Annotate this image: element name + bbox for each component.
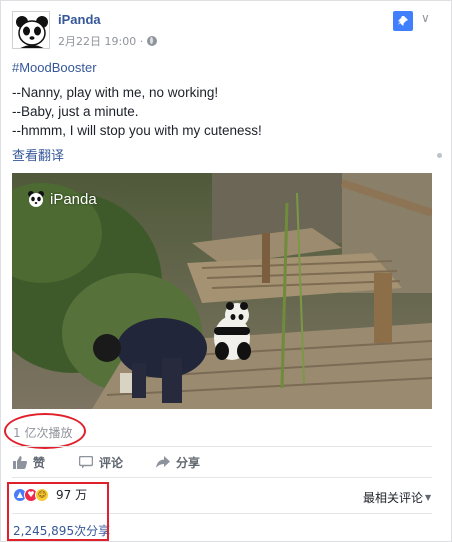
- share-button[interactable]: 分享: [156, 454, 200, 471]
- hashtag-link[interactable]: #MoodBooster: [12, 60, 97, 75]
- watermark-text: iPanda: [50, 190, 97, 208]
- like-label: 赞: [33, 456, 46, 470]
- divider: [12, 477, 432, 478]
- post-text-line: --Nanny, play with me, no working!: [12, 85, 219, 100]
- chevron-down-icon[interactable]: ∨: [421, 11, 430, 25]
- options-dot-icon: [437, 153, 442, 158]
- panda-logo-icon: [13, 12, 49, 48]
- post-meta: 2月22日 19:00 ·: [58, 33, 158, 49]
- page-avatar[interactable]: [12, 11, 50, 49]
- post-text-line: --Baby, just a minute.: [12, 104, 139, 119]
- see-translation-link[interactable]: 查看翻译: [12, 145, 64, 164]
- share-arrow-icon: [156, 456, 170, 468]
- page-name-link[interactable]: iPanda: [58, 12, 101, 27]
- comment-button[interactable]: 评论: [79, 454, 123, 471]
- video-watermark: iPanda: [26, 189, 97, 209]
- divider: [12, 446, 432, 447]
- panda-watermark-icon: [28, 191, 44, 207]
- post-text-line: --hmmm, I will stop you with my cuteness…: [12, 123, 262, 138]
- comment-icon: [79, 456, 93, 469]
- post-timestamp[interactable]: 2月22日 19:00 ·: [58, 33, 143, 49]
- share-label: 分享: [176, 456, 201, 470]
- caret-down-icon: ▼: [425, 493, 432, 502]
- pin-icon[interactable]: [393, 11, 413, 31]
- post-card: iPanda 2月22日 19:00 · ∨ #MoodBooster --Na…: [0, 0, 452, 542]
- video-player[interactable]: iPanda: [12, 173, 432, 409]
- comment-sort-label: 最相关评论: [363, 491, 424, 505]
- comment-sort-dropdown[interactable]: 最相关评论 ▼: [363, 489, 431, 506]
- thumbs-up-icon: [13, 456, 27, 469]
- highlight-rectangle: [7, 482, 109, 541]
- highlight-ellipse: [4, 413, 86, 449]
- globe-icon: [147, 36, 158, 46]
- comment-label: 评论: [99, 456, 124, 470]
- like-button[interactable]: 赞: [13, 454, 45, 471]
